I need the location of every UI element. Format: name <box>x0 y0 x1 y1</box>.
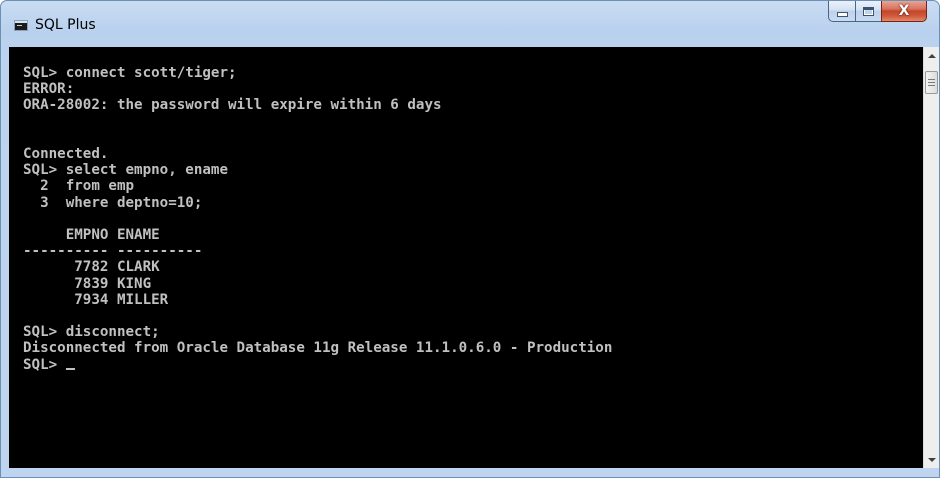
sqlplus-window: SQL Plus X SQL> connect scott/tiger; ERR… <box>0 0 940 478</box>
grip-line <box>928 82 935 83</box>
console-line: ERROR: <box>23 81 75 98</box>
grip-line <box>928 79 935 80</box>
scroll-down-button[interactable] <box>924 451 939 468</box>
title-bar[interactable]: SQL Plus X <box>1 1 939 47</box>
window-title: SQL Plus <box>35 17 96 33</box>
arrow-up-icon <box>928 53 936 58</box>
console-line: Connected. <box>23 146 109 163</box>
scrollbar-thumb[interactable] <box>925 71 938 94</box>
maximize-button[interactable] <box>855 1 881 22</box>
console-line: ORA-28002: the password will expire with… <box>23 97 442 114</box>
console-line: 3 where deptno=10; <box>23 194 203 211</box>
console-line: EMPNO ENAME <box>23 227 160 244</box>
window-bottom-border <box>1 468 939 477</box>
console-prompt: SQL> <box>23 356 66 373</box>
arrow-down-icon <box>928 457 936 462</box>
console-line: 2 from emp <box>23 178 135 195</box>
scroll-up-button[interactable] <box>924 47 939 64</box>
console-line: ---------- ---------- <box>23 243 203 260</box>
minimize-icon <box>836 11 848 17</box>
console-line: SQL> select empno, ename <box>23 162 228 179</box>
vertical-scrollbar[interactable] <box>923 47 939 468</box>
console-line: Disconnected from Oracle Database 11g Re… <box>23 340 613 357</box>
console-line: 7839 KING <box>23 275 152 292</box>
window-controls: X <box>828 1 927 22</box>
console-line: 7934 MILLER <box>23 291 169 308</box>
close-button[interactable]: X <box>881 1 927 22</box>
minimize-button[interactable] <box>828 1 855 22</box>
grip-line <box>928 85 935 86</box>
close-icon: X <box>898 3 910 19</box>
console-line: SQL> disconnect; <box>23 324 160 341</box>
console-line: 7782 CLARK <box>23 259 160 276</box>
maximize-icon <box>863 6 874 16</box>
text-cursor <box>65 367 75 370</box>
console-window-icon[interactable] <box>14 20 28 31</box>
console-area[interactable]: SQL> connect scott/tiger; ERROR: ORA-280… <box>9 47 923 468</box>
console-line: SQL> connect scott/tiger; <box>23 65 237 81</box>
console-output: SQL> connect scott/tiger; ERROR: ORA-280… <box>23 65 612 373</box>
